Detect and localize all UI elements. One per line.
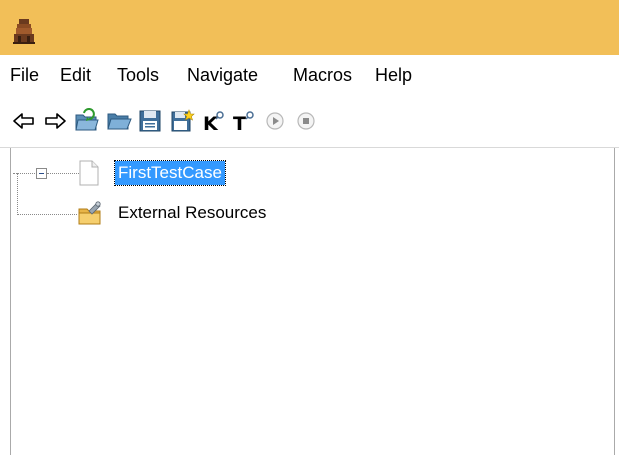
tree-node-external-resources[interactable]: External Resources	[115, 201, 269, 225]
tree-connector	[47, 173, 79, 174]
tree-connector	[17, 214, 77, 215]
menu-file[interactable]: File	[10, 65, 39, 86]
run-icon[interactable]	[262, 108, 288, 134]
toolbar: K T	[0, 97, 619, 148]
save-all-icon[interactable]	[169, 108, 195, 134]
menu-macros[interactable]: Macros	[293, 65, 352, 86]
find-testcase-icon[interactable]: T	[231, 108, 257, 134]
stop-icon[interactable]	[293, 108, 319, 134]
tree-view[interactable]: FirstTestCase External Resources	[10, 148, 615, 455]
forward-arrow-icon[interactable]	[42, 108, 68, 134]
tree-collapse-toggle[interactable]	[36, 168, 47, 179]
open-folder-icon[interactable]	[106, 108, 132, 134]
menu-help[interactable]: Help	[375, 65, 412, 86]
back-arrow-icon[interactable]	[11, 108, 37, 134]
find-keyword-icon[interactable]: K	[201, 108, 227, 134]
save-icon[interactable]	[137, 108, 163, 134]
app-window: File Edit Tools Navigate Macros Help K T…	[0, 0, 619, 455]
app-logo-icon[interactable]	[11, 17, 37, 45]
document-icon	[79, 160, 99, 191]
tree-connector	[17, 173, 18, 215]
open-folder-refresh-icon[interactable]	[74, 108, 100, 134]
menu-edit[interactable]: Edit	[60, 65, 91, 86]
tree-node-first-test-case[interactable]: FirstTestCase	[114, 160, 226, 186]
svg-text:T: T	[233, 113, 246, 134]
folder-tool-icon	[77, 200, 103, 231]
menu-tools[interactable]: Tools	[117, 65, 159, 86]
menu-navigate[interactable]: Navigate	[187, 65, 258, 86]
menu-bar: File Edit Tools Navigate Macros Help	[0, 55, 619, 97]
title-bar[interactable]	[0, 0, 619, 55]
